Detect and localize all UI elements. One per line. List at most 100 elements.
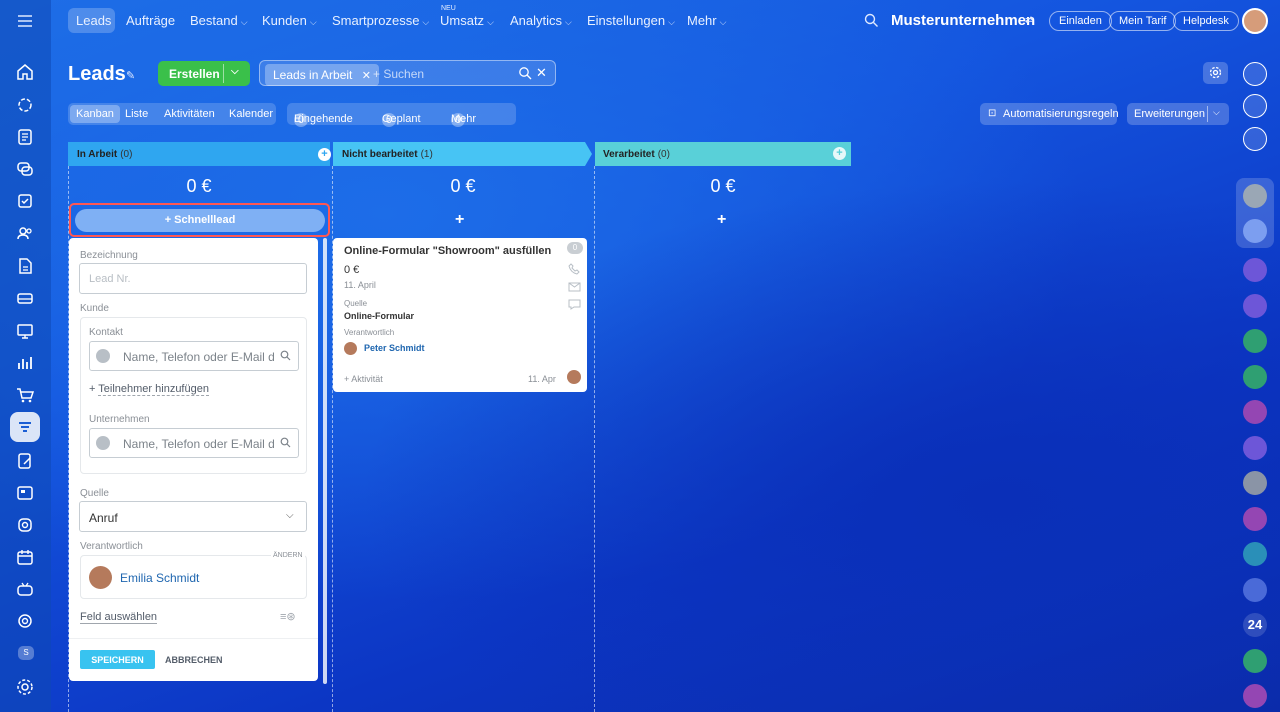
pin-icon[interactable]: ✎ [126,69,135,82]
filter-search-icon[interactable] [518,66,532,83]
bitrix24-icon[interactable]: 24 [1243,613,1267,637]
cart-icon[interactable] [14,384,36,406]
tasks-icon[interactable] [14,190,36,212]
task-chat-icon[interactable] [1243,436,1267,460]
invite-button[interactable]: Einladen [1049,11,1112,31]
docs-icon[interactable] [14,255,36,277]
lead-title[interactable]: Online-Formular "Showroom" ausfüllen [344,245,551,257]
my-plan-button[interactable]: Mein Tarif [1109,11,1177,31]
nav-orders[interactable]: Aufträge [126,13,175,28]
crm-funnel-icon[interactable] [14,416,36,438]
column-header-not-processed[interactable]: Nicht bearbeitet (1) [333,142,593,166]
target-icon[interactable] [14,610,36,632]
bot-icon[interactable] [14,578,36,600]
form-scrollbar[interactable] [323,238,327,684]
search-icon[interactable] [864,13,879,31]
search-chat-icon[interactable] [1243,127,1267,151]
nav-inventory[interactable]: Bestand ⌵ [190,13,248,28]
company-switch-icon[interactable]: ⇄ [1025,15,1033,26]
storage-icon[interactable] [14,287,36,309]
lock-icon[interactable] [1243,400,1267,424]
nav-analytics[interactable]: Analytics ⌵ [510,13,572,28]
company-input[interactable]: Name, Telefon oder E-Mail de [89,428,299,458]
field-settings-icon[interactable]: ≡⊛ [280,610,296,623]
lock-icon[interactable] [1243,684,1267,708]
ticket-icon[interactable] [14,514,36,536]
change-responsible-link[interactable]: ÄNDERN [271,552,305,559]
contact-input[interactable]: Name, Telefon oder E-Mail de [89,341,299,371]
lead-responsible-name[interactable]: Peter Schmidt [364,343,425,353]
feed-icon[interactable] [14,94,36,116]
chevron-down-icon[interactable]: ⌵ [231,66,239,77]
extensions-button[interactable]: Erweiterungen ⌵ [1127,103,1229,125]
name-input[interactable]: Lead Nr. [79,263,307,294]
company-name[interactable]: Musterunternehmen [891,12,1035,29]
create-button[interactable]: Erstellen ⌵ [158,61,250,86]
document-icon[interactable] [14,126,36,148]
add-lead-button[interactable]: + [717,211,726,229]
filter-search-box[interactable]: Leads in Arbeit ✕ + Suchen ✕ [259,60,556,86]
analytics-icon[interactable] [14,352,36,374]
contacts-icon[interactable] [14,222,36,244]
nav-settings[interactable]: Einstellungen ⌵ [587,13,675,28]
phone-icon[interactable] [568,262,581,275]
nav-sales[interactable]: Umsatz ⌵ [440,13,494,28]
source-select[interactable]: Anruf ⌵ [79,501,307,532]
helpdesk-button[interactable]: Helpdesk [1173,11,1239,31]
search-input[interactable]: + Suchen [373,67,424,81]
settings-button[interactable] [1203,62,1228,84]
chevron-down-icon[interactable]: ⌵ [1213,107,1220,118]
select-field-link[interactable]: Feld auswählen [80,611,158,624]
lock-icon[interactable] [1243,542,1267,566]
add-lead-button[interactable]: + [455,211,464,229]
save-button[interactable]: SPEICHERN [80,650,155,669]
nav-leads[interactable]: Leads [76,13,111,28]
tab-calendar[interactable]: Kalender [229,108,273,120]
nav-customers[interactable]: Kunden ⌵ [262,13,317,28]
clear-icon[interactable]: ✕ [536,65,547,81]
automation-rules-button[interactable]: ⊡ Automatisierungsregeln [980,103,1119,125]
tab-kanban[interactable]: Kanban [70,105,120,123]
avatar[interactable] [1242,8,1268,34]
lead-card[interactable]: Online-Formular "Showroom" ausfüllen 0 0… [333,238,587,392]
task-chat-icon[interactable] [1243,578,1267,602]
tab-list[interactable]: Liste [125,108,148,120]
nav-more[interactable]: Mehr ⌵ [687,13,726,28]
quick-lead-button[interactable]: + Schnelllead [75,209,325,232]
column-sum: 0 € [710,176,736,196]
presentation-icon[interactable] [14,320,36,342]
user-initial-badge[interactable]: S [18,646,34,660]
lock-icon[interactable] [1243,365,1267,389]
lock-icon[interactable] [1243,329,1267,353]
cancel-button[interactable]: ABBRECHEN [165,655,223,665]
home-icon[interactable] [14,61,36,83]
responsible-name[interactable]: Emilia Schmidt [120,571,199,585]
notifications-bell-icon[interactable] [1243,62,1267,86]
settings-gear-icon[interactable] [14,676,36,698]
menu-icon[interactable] [14,10,36,32]
add-column-icon[interactable]: + [833,147,846,160]
lock-icon[interactable] [1243,649,1267,673]
openlines-icon[interactable] [1243,294,1267,318]
user-avatar-icon[interactable] [1243,184,1267,208]
close-icon[interactable]: ✕ [362,70,371,82]
nav-smart-processes[interactable]: Smartprozesse ⌵ [332,13,429,28]
column-header-in-progress[interactable]: In Arbeit (0) + [68,142,331,166]
pulse-icon[interactable] [1243,94,1267,118]
chat-icon[interactable] [14,158,36,180]
column-header-processed[interactable]: Verarbeitet (0) + [595,142,851,166]
add-activity-link[interactable]: + Aktivität [344,374,383,384]
add-column-icon[interactable]: + [318,148,331,161]
user-initial-icon[interactable] [1243,219,1267,243]
sites-icon[interactable] [14,482,36,504]
group-avatar-icon[interactable] [1243,471,1267,495]
lock-icon[interactable] [1243,507,1267,531]
openlines-icon[interactable] [1243,258,1267,282]
filter-tag[interactable]: Leads in Arbeit ✕ [265,64,379,86]
add-participant-link[interactable]: + Teilnehmer hinzufügen [89,383,209,396]
chat-bubble-icon[interactable] [568,298,581,311]
calendar-icon[interactable] [14,546,36,568]
tab-activities[interactable]: Aktivitäten [164,108,215,120]
email-icon[interactable] [568,280,581,293]
edit-icon[interactable] [14,450,36,472]
